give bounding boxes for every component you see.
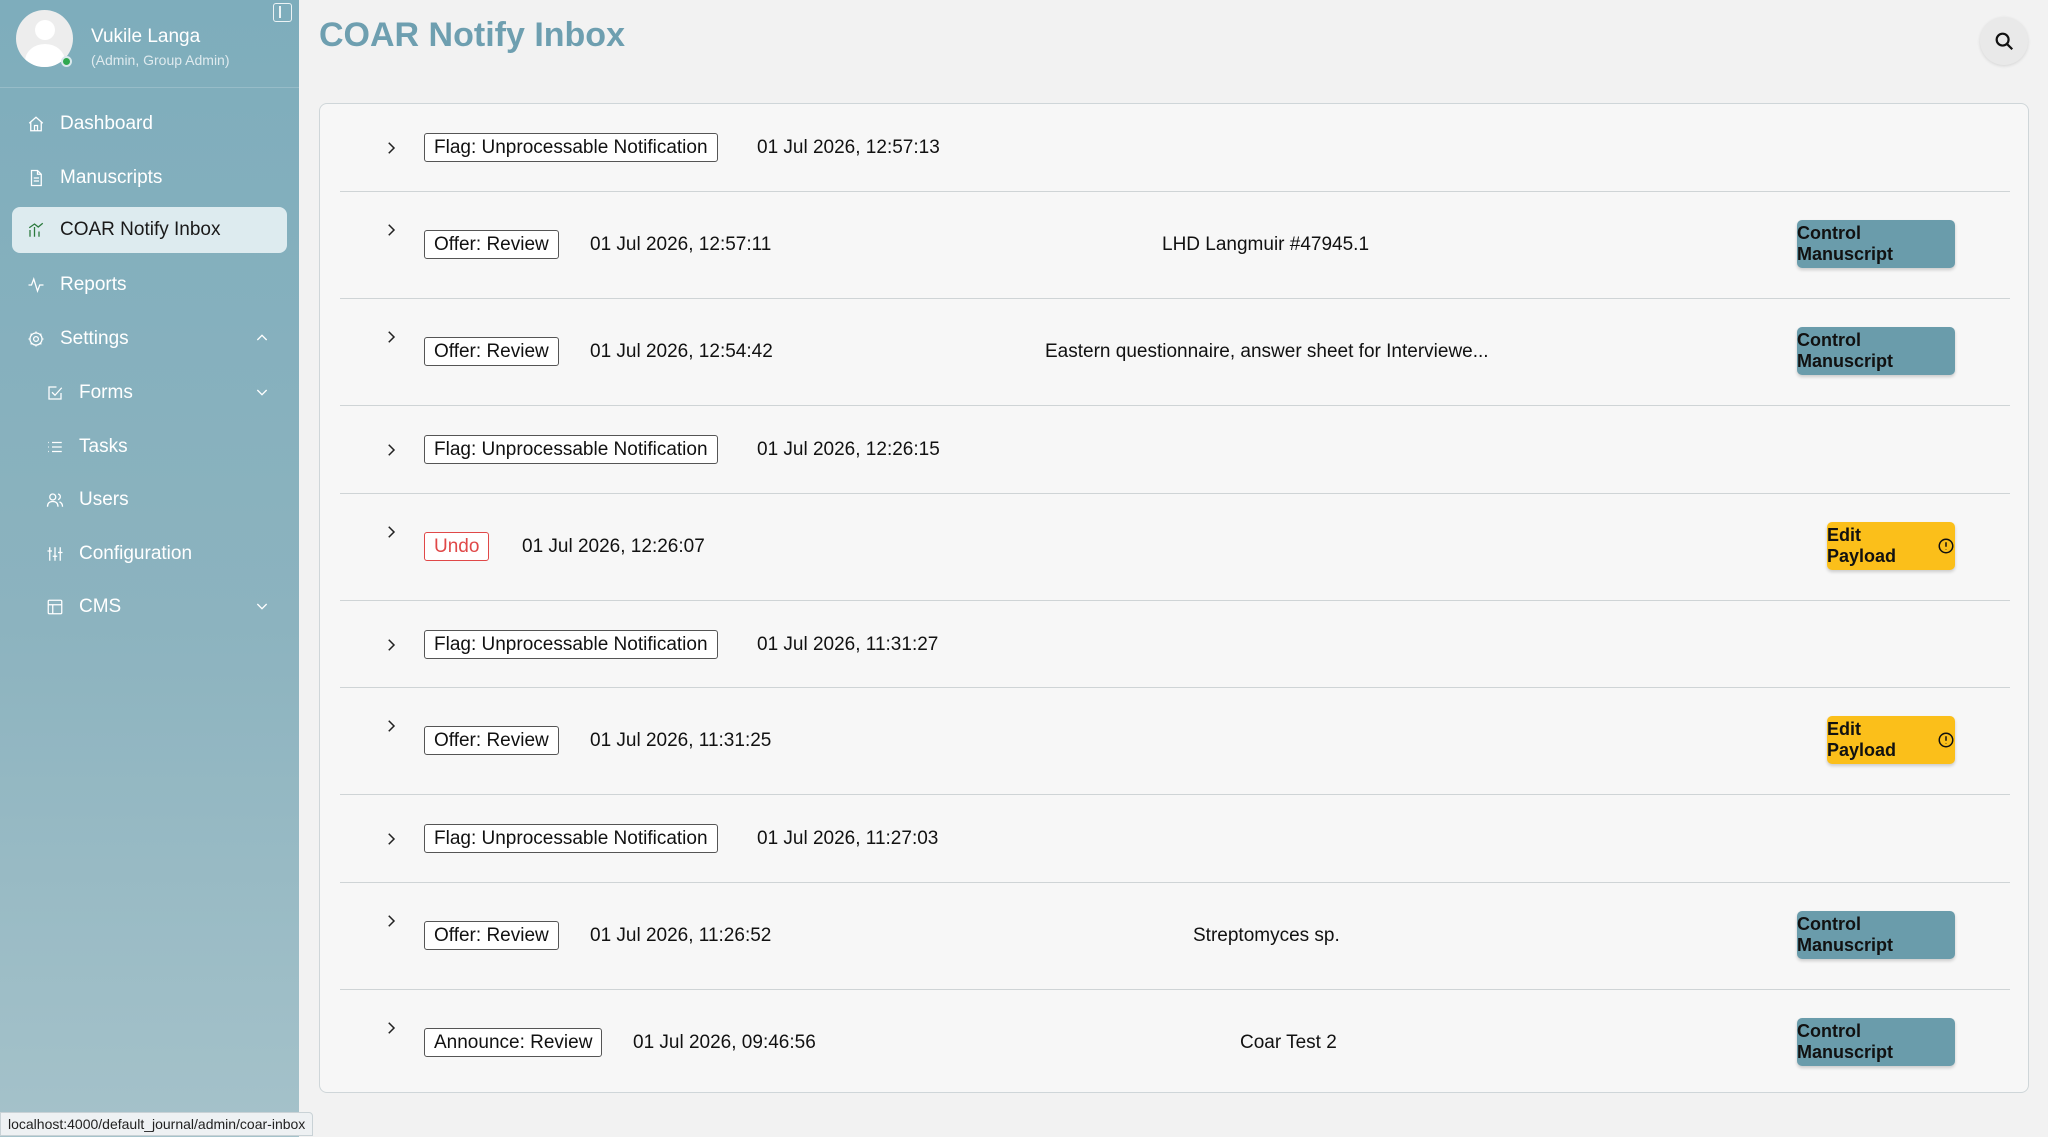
notification-timestamp: 01 Jul 2026, 12:57:11 <box>590 234 772 255</box>
notification-row[interactable]: Flag: Unprocessable Notification 01 Jul … <box>340 795 2010 883</box>
sidebar-item-users[interactable]: Users <box>45 477 286 523</box>
edit-payload-label: Edit Payload <box>1827 719 1897 760</box>
chevron-down-icon <box>254 384 270 400</box>
manuscript-title: Coar Test 2 <box>1240 1032 1337 1053</box>
sidebar-item-dashboard[interactable]: Dashboard <box>26 101 286 147</box>
sidebar-item-label: Users <box>79 489 129 510</box>
control-manuscript-button[interactable]: Control Manuscript <box>1797 1018 1955 1066</box>
sidebar-item-label: Forms <box>79 382 133 403</box>
sidebar-item-label: Dashboard <box>60 113 153 134</box>
chevron-right-icon[interactable] <box>382 636 400 654</box>
notification-type-tag: Undo <box>424 532 490 561</box>
notification-row[interactable]: Undo 01 Jul 2026, 12:26:07 Edit Payload <box>340 494 2010 601</box>
notification-type-tag: Offer: Review <box>424 921 559 950</box>
online-status-indicator <box>61 56 72 67</box>
control-manuscript-button[interactable]: Control Manuscript <box>1797 327 1955 375</box>
edit-payload-label: Edit Payload <box>1827 525 1897 566</box>
notification-type-tag: Offer: Review <box>424 726 559 755</box>
chevron-down-icon <box>254 598 270 614</box>
notification-type-tag: Flag: Unprocessable Notification <box>424 435 718 464</box>
notification-type-tag: Flag: Unprocessable Notification <box>424 630 718 659</box>
info-icon <box>1937 731 1955 749</box>
sidebar-item-configuration[interactable]: Configuration <box>45 531 286 577</box>
chevron-right-icon[interactable] <box>382 523 400 541</box>
notification-row[interactable]: Offer: Review 01 Jul 2026, 11:26:52 Stre… <box>340 883 2010 990</box>
sidebar-item-label: Tasks <box>79 436 128 457</box>
sidebar-collapse-icon[interactable] <box>273 3 292 22</box>
notification-timestamp: 01 Jul 2026, 12:26:07 <box>522 536 705 557</box>
control-manuscript-button[interactable]: Control Manuscript <box>1797 911 1955 959</box>
sidebar-item-label: Manuscripts <box>60 167 163 188</box>
notification-timestamp: 01 Jul 2026, 11:27:03 <box>757 828 939 849</box>
sidebar-item-forms[interactable]: Forms <box>45 370 286 416</box>
sidebar-item-manuscripts[interactable]: Manuscripts <box>26 155 286 201</box>
user-profile: Vukile Langa (Admin, Group Admin) <box>0 0 299 88</box>
manuscript-title: Streptomyces sp. <box>1193 925 1340 946</box>
layout-icon <box>45 597 65 617</box>
users-icon <box>45 490 65 510</box>
sidebar-item-cms[interactable]: CMS <box>45 584 286 630</box>
search-icon <box>1995 32 2014 51</box>
list-icon <box>45 437 65 457</box>
notification-row[interactable]: Offer: Review 01 Jul 2026, 11:31:25 Edit… <box>340 688 2010 795</box>
notification-timestamp: 01 Jul 2026, 12:54:42 <box>590 341 773 362</box>
notification-type-tag: Flag: Unprocessable Notification <box>424 133 718 162</box>
chevron-right-icon[interactable] <box>382 139 400 157</box>
edit-payload-button[interactable]: Edit Payload <box>1827 522 1955 570</box>
notification-row[interactable]: Offer: Review 01 Jul 2026, 12:57:11 LHD … <box>340 192 2010 299</box>
document-icon <box>26 168 46 188</box>
notification-timestamp: 01 Jul 2026, 09:46:56 <box>633 1032 816 1053</box>
sidebar-item-label: CMS <box>79 596 122 617</box>
notification-type-tag: Announce: Review <box>424 1028 603 1057</box>
chevron-right-icon[interactable] <box>382 912 400 930</box>
chevron-up-icon <box>254 330 270 346</box>
chevron-right-icon[interactable] <box>382 830 400 848</box>
notification-timestamp: 01 Jul 2026, 11:31:25 <box>590 730 772 751</box>
sidebar-item-label: Configuration <box>79 543 193 564</box>
home-icon <box>26 114 46 134</box>
notification-type-tag: Offer: Review <box>424 337 559 366</box>
status-bar-url: localhost:4000/default_journal/admin/coa… <box>0 1112 314 1136</box>
manuscript-title: LHD Langmuir #47945.1 <box>1162 234 1370 255</box>
sliders-icon <box>45 544 65 564</box>
user-name: Vukile Langa <box>91 26 201 47</box>
sidebar-item-tasks[interactable]: Tasks <box>45 424 286 470</box>
sidebar-item-label: Reports <box>60 274 127 295</box>
notification-type-tag: Flag: Unprocessable Notification <box>424 824 718 853</box>
inbox-chart-icon <box>26 220 46 240</box>
notification-timestamp: 01 Jul 2026, 12:26:15 <box>757 439 940 460</box>
notification-row[interactable]: Offer: Review 01 Jul 2026, 12:54:42 East… <box>340 299 2010 406</box>
edit-payload-button[interactable]: Edit Payload <box>1827 716 1955 764</box>
page-title: COAR Notify Inbox <box>319 16 625 54</box>
chevron-right-icon[interactable] <box>382 221 400 239</box>
info-icon <box>1937 537 1955 555</box>
notification-row[interactable]: Flag: Unprocessable Notification 01 Jul … <box>340 601 2010 688</box>
chevron-right-icon[interactable] <box>382 717 400 735</box>
user-role: (Admin, Group Admin) <box>91 52 230 68</box>
sidebar-item-label: Settings <box>60 328 129 349</box>
activity-icon <box>26 275 46 295</box>
notification-timestamp: 01 Jul 2026, 11:26:52 <box>590 925 772 946</box>
notification-type-tag: Offer: Review <box>424 230 559 259</box>
notifications-panel: Flag: Unprocessable Notification 01 Jul … <box>319 103 2029 1093</box>
sidebar-item-coar-notify-inbox[interactable]: COAR Notify Inbox <box>12 207 287 253</box>
form-check-icon <box>45 383 65 403</box>
sidebar-item-settings[interactable]: Settings <box>26 316 286 362</box>
notification-row[interactable]: Flag: Unprocessable Notification 01 Jul … <box>340 406 2010 494</box>
chevron-right-icon[interactable] <box>382 441 400 459</box>
notification-row[interactable]: Flag: Unprocessable Notification 01 Jul … <box>340 104 2010 192</box>
chevron-right-icon[interactable] <box>382 328 400 346</box>
notification-row[interactable]: Announce: Review 01 Jul 2026, 09:46:56 C… <box>340 990 2010 1092</box>
notification-timestamp: 01 Jul 2026, 11:31:27 <box>757 634 939 655</box>
search-button[interactable] <box>1980 17 2028 65</box>
sidebar: Vukile Langa (Admin, Group Admin) Dashbo… <box>0 0 299 1137</box>
chevron-right-icon[interactable] <box>382 1019 400 1037</box>
sidebar-item-reports[interactable]: Reports <box>26 262 286 308</box>
sidebar-item-label: COAR Notify Inbox <box>60 219 221 240</box>
control-manuscript-button[interactable]: Control Manuscript <box>1797 220 1955 268</box>
gear-icon <box>26 329 46 349</box>
notification-timestamp: 01 Jul 2026, 12:57:13 <box>757 137 940 158</box>
manuscript-title: Eastern questionnaire, answer sheet for … <box>1045 341 1489 362</box>
